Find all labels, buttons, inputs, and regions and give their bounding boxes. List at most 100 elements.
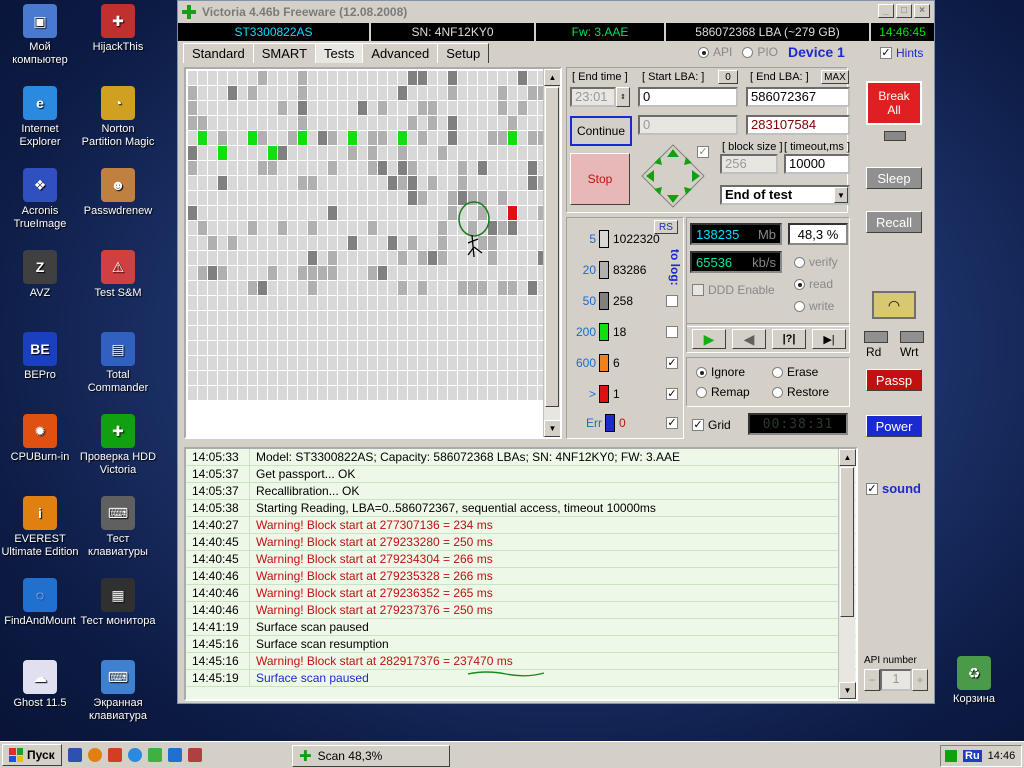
restore-radio[interactable] [772,386,783,398]
desktop-icon[interactable]: ✹ CPUBurn-in [0,414,80,464]
log-threshold-checkbox[interactable]: ✓ [666,388,678,400]
tab-standard[interactable]: Standard [183,43,254,63]
play-button[interactable]: ▶ [692,329,726,349]
sleep-button[interactable]: Sleep [866,167,922,189]
back-button[interactable]: ◀ [732,329,766,349]
start-lba-zero-button[interactable]: 0 [718,70,738,84]
seek-button[interactable]: |?| [772,329,806,349]
info-quicklaunch-icon[interactable] [87,748,102,762]
desktop-icon[interactable]: ▦ Тест монитора [78,578,158,628]
desktop-icon[interactable]: Z AVZ [0,250,80,300]
desktop-icon[interactable]: ✚ HijackThis [78,4,158,54]
end-action-select[interactable]: End of test [720,185,850,205]
verify-option[interactable]: verify [794,255,838,269]
end-action-dropdown-icon[interactable]: ▼ [834,187,848,203]
log-threshold-checkbox[interactable]: ✓ [666,357,678,369]
read-option[interactable]: read [794,277,833,291]
desktop-icon[interactable]: ▣ Мой компьютер [0,4,80,67]
log-scroll-down[interactable]: ▼ [839,682,856,699]
sound-option[interactable]: ✓ sound [866,481,921,496]
hints-checkbox[interactable]: ✓ [880,47,892,59]
remap-radio[interactable] [696,386,707,398]
desktop-icon[interactable]: ⚠ Test S&M [78,250,158,300]
desktop-icon[interactable]: ⌨ Тест клавиатуры [78,496,158,559]
desktop-icon[interactable]: ◌ FindAndMount [0,578,80,628]
scan-map-scrollbar[interactable]: ▲ ▼ [543,69,560,437]
log-scrollbar[interactable]: ▲ ▼ [838,449,856,699]
tab-smart[interactable]: SMART [252,43,317,63]
hints-toggle[interactable]: ✓ Hints [880,46,923,60]
log-scroll-up[interactable]: ▲ [839,449,856,466]
api-number-field[interactable]: 1 [880,669,912,691]
tray-app-icon[interactable] [945,750,957,762]
scroll-down-button[interactable]: ▼ [544,420,560,437]
tab-setup[interactable]: Setup [437,43,490,63]
desktop-icon[interactable]: ◔ Norton Partition Magic [78,86,158,149]
grid-checkbox[interactable]: ✓ [692,419,704,431]
log-scroll-thumb[interactable] [840,467,854,617]
restore-option[interactable]: Restore [772,385,829,399]
desktop-icon[interactable]: BE BEPro [0,332,80,382]
write-radio[interactable] [794,300,805,312]
sound-checkbox[interactable]: ✓ [866,482,878,495]
ignore-option[interactable]: Ignore [696,365,745,379]
ie-quicklaunch-icon[interactable] [127,748,142,762]
app-quicklaunch-icon[interactable] [147,748,162,762]
desktop-icon[interactable]: ☻ Passwdrenew [78,168,158,218]
ddd-enable-checkbox[interactable] [692,284,704,296]
desktop-icon[interactable]: ▤ Total Commander [78,332,158,395]
recycle-bin-icon[interactable]: ♻ Корзина [934,656,1014,706]
grid-option[interactable]: ✓ Grid [692,418,731,432]
ddd-enable-option[interactable]: DDD Enable [692,283,775,297]
recall-button[interactable]: Recall [866,211,922,233]
link-quicklaunch-icon[interactable] [187,748,202,762]
opera-quicklaunch-icon[interactable] [107,748,122,762]
block-size-field[interactable]: 256 [720,154,778,174]
tool-quicklaunch-icon[interactable] [167,748,182,762]
direction-checkbox[interactable]: ✓ [697,146,709,158]
desktop-icon[interactable]: ❖ Acronis TrueImage [0,168,80,231]
desktop-icon[interactable]: ⌨ Экранная клавиатура [78,660,158,723]
save-quicklaunch-icon[interactable] [67,748,82,762]
tab-advanced[interactable]: Advanced [362,43,439,63]
pio-radio[interactable] [742,46,754,58]
write-option[interactable]: write [794,299,834,313]
end-lba-max-button[interactable]: MAX [821,70,849,84]
end-time-spinner[interactable]: ⇕ [616,87,630,107]
scroll-thumb[interactable] [545,87,559,407]
title-bar[interactable]: Victoria 4.46b Freeware (12.08.2008) _ □… [178,1,934,23]
start-lba-field[interactable]: 0 [638,87,738,107]
stop-button[interactable]: Stop [570,153,630,205]
power-button[interactable]: Power [866,415,922,437]
maximize-button[interactable]: □ [896,4,912,18]
break-all-button[interactable]: Break All [866,81,922,125]
api-number-decrement[interactable]: − [864,669,880,691]
remap-option[interactable]: Remap [696,385,750,399]
end-time-field[interactable]: 23:01 [570,87,616,107]
language-indicator[interactable]: Ru [963,750,982,762]
api-radio[interactable] [698,46,709,58]
log-threshold-checkbox[interactable]: ✓ [666,417,678,429]
taskbar-victoria-button[interactable]: ✚ Scan 48,3% [292,745,450,767]
api-number-increment[interactable]: + [912,669,928,691]
passport-button[interactable]: Passp [866,369,922,391]
desktop-icon[interactable]: e Internet Explorer [0,86,80,149]
start-button[interactable]: Пуск [2,744,62,766]
log-threshold-checkbox[interactable] [666,295,678,307]
timeout-field[interactable]: 10000 [784,154,850,174]
erase-radio[interactable] [772,366,783,378]
ignore-radio[interactable] [696,366,707,378]
log-threshold-checkbox[interactable] [666,326,678,338]
minimize-button[interactable]: _ [878,4,894,18]
desktop-icon[interactable]: ✚ Проверка HDD Victoria [78,414,158,477]
desktop-icon[interactable]: ☁ Ghost 11.5 [0,660,80,710]
to-end-button[interactable]: ▶| [812,329,846,349]
scroll-up-button[interactable]: ▲ [544,69,560,86]
continue-button[interactable]: Continue [570,116,632,146]
close-button[interactable]: × [914,4,930,18]
verify-radio[interactable] [794,256,805,268]
erase-option[interactable]: Erase [772,365,818,379]
desktop-icon[interactable]: i EVEREST Ultimate Edition [0,496,80,559]
end-lba-field[interactable]: 586072367 [746,87,850,107]
tab-tests[interactable]: Tests [315,43,364,63]
